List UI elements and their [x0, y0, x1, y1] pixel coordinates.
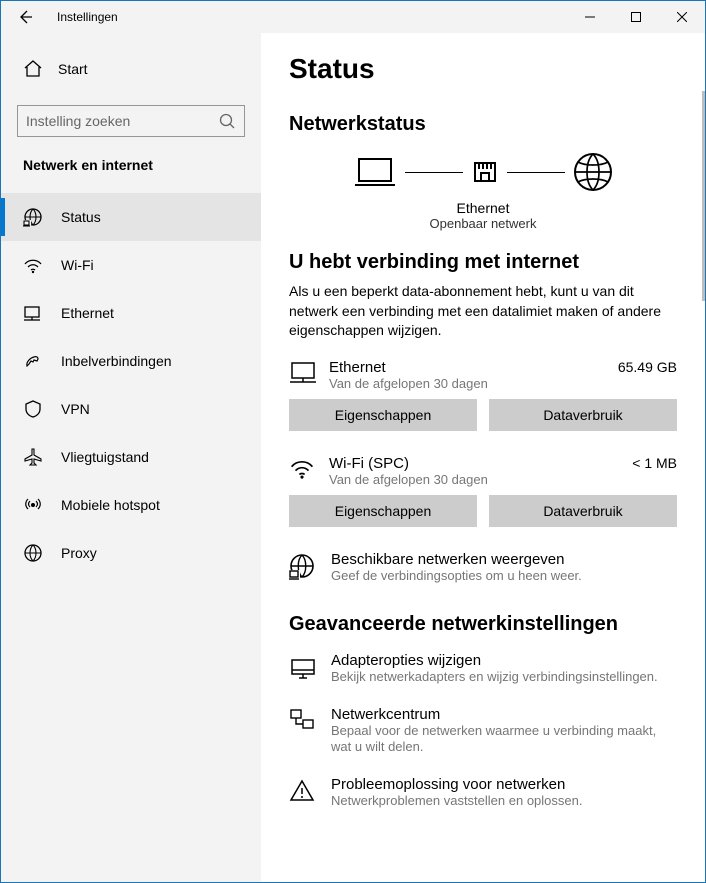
diagram-name: Ethernet	[289, 200, 677, 216]
sidebar-item-label: Proxy	[61, 545, 97, 561]
sidebar-item-label: VPN	[61, 401, 90, 417]
home-button[interactable]: Start	[1, 49, 261, 89]
vpn-icon	[23, 399, 43, 419]
maximize-button[interactable]	[613, 1, 659, 33]
laptop-icon	[353, 155, 397, 189]
properties-button[interactable]: Eigenschappen	[289, 495, 477, 527]
connected-heading: U hebt verbinding met internet	[289, 251, 677, 274]
link-sub: Bekijk netwerkadapters en wijzig verbind…	[331, 669, 677, 686]
sidebar-item-ethernet[interactable]: Ethernet	[1, 289, 261, 337]
sidebar: Start Netwerk en internet Status Wi-Fi E…	[1, 33, 261, 882]
globe-status-icon	[289, 551, 319, 581]
link-sub: Geef de verbindingsopties om u heen weer…	[331, 568, 677, 585]
dialup-icon	[23, 351, 43, 371]
page-title: Status	[289, 53, 677, 85]
connection-line	[507, 172, 565, 173]
sidebar-item-status[interactable]: Status	[1, 193, 261, 241]
network-usage: < 1 MB	[632, 455, 677, 471]
show-networks-link[interactable]: Beschikbare netwerken weergeven Geef de …	[289, 551, 677, 585]
network-name: Ethernet	[329, 359, 618, 376]
network-row-wifi: Wi-Fi (SPC) Van de afgelopen 30 dagen < …	[289, 455, 677, 487]
advanced-heading: Geavanceerde netwerkinstellingen	[289, 613, 677, 636]
network-row-ethernet: Ethernet Van de afgelopen 30 dagen 65.49…	[289, 359, 677, 391]
sidebar-item-label: Inbelverbindingen	[61, 353, 172, 369]
airplane-icon	[23, 447, 43, 467]
link-name: Netwerkcentrum	[331, 706, 677, 723]
wifi-icon	[23, 255, 43, 275]
wifi-icon	[289, 455, 319, 481]
sidebar-item-wifi[interactable]: Wi-Fi	[1, 241, 261, 289]
network-sub: Van de afgelopen 30 dagen	[329, 472, 632, 487]
ethernet-icon	[289, 359, 319, 387]
data-usage-button[interactable]: Dataverbruik	[489, 399, 677, 431]
adapter-options-link[interactable]: Adapteropties wijzigen Bekijk netwerkada…	[289, 652, 677, 686]
sidebar-item-proxy[interactable]: Proxy	[1, 529, 261, 577]
network-name: Wi-Fi (SPC)	[329, 455, 632, 472]
proxy-icon	[23, 543, 43, 563]
search-icon	[218, 112, 236, 130]
ethernet-icon	[23, 303, 43, 323]
network-diagram	[289, 152, 677, 192]
network-sub: Van de afgelopen 30 dagen	[329, 376, 618, 391]
warning-icon	[289, 776, 319, 802]
netstatus-heading: Netwerkstatus	[289, 113, 677, 136]
main-content: Status Netwerkstatus Ethernet Openbaar n…	[261, 33, 705, 882]
minimize-button[interactable]	[567, 1, 613, 33]
sidebar-item-label: Status	[61, 209, 101, 225]
diagram-type: Openbaar netwerk	[289, 216, 677, 231]
troubleshoot-link[interactable]: Probleemoplossing voor netwerken Netwerk…	[289, 776, 677, 810]
adapter-icon	[289, 652, 319, 680]
network-center-icon	[289, 706, 319, 732]
network-center-link[interactable]: Netwerkcentrum Bepaal voor de netwerken …	[289, 706, 677, 757]
hotspot-icon	[23, 495, 43, 515]
scrollbar[interactable]	[702, 91, 705, 301]
sidebar-item-airplane[interactable]: Vliegtuigstand	[1, 433, 261, 481]
ethernet-port-icon	[471, 159, 499, 185]
window-title: Instellingen	[49, 10, 567, 24]
globe-icon	[573, 152, 613, 192]
link-name: Beschikbare netwerken weergeven	[331, 551, 677, 568]
sidebar-item-label: Wi-Fi	[61, 257, 94, 273]
connected-desc: Als u een beperkt data-abonnement hebt, …	[289, 282, 677, 341]
link-name: Probleemoplossing voor netwerken	[331, 776, 677, 793]
sidebar-item-hotspot[interactable]: Mobiele hotspot	[1, 481, 261, 529]
sidebar-item-vpn[interactable]: VPN	[1, 385, 261, 433]
link-sub: Bepaal voor de netwerken waarmee u verbi…	[331, 723, 677, 757]
sidebar-item-dialup[interactable]: Inbelverbindingen	[1, 337, 261, 385]
close-button[interactable]	[659, 1, 705, 33]
home-icon	[23, 59, 43, 79]
sidebar-item-label: Vliegtuigstand	[61, 449, 149, 465]
properties-button[interactable]: Eigenschappen	[289, 399, 477, 431]
status-icon	[23, 207, 43, 227]
search-box[interactable]	[17, 105, 245, 137]
network-usage: 65.49 GB	[618, 359, 677, 375]
data-usage-button[interactable]: Dataverbruik	[489, 495, 677, 527]
link-sub: Netwerkproblemen vaststellen en oplossen…	[331, 793, 677, 810]
link-name: Adapteropties wijzigen	[331, 652, 677, 669]
category-heading: Netwerk en internet	[1, 157, 261, 193]
search-input[interactable]	[26, 113, 218, 129]
sidebar-item-label: Ethernet	[61, 305, 114, 321]
home-label: Start	[58, 61, 88, 77]
connection-line	[405, 172, 463, 173]
titlebar: Instellingen	[1, 1, 705, 33]
back-button[interactable]	[1, 1, 49, 33]
sidebar-item-label: Mobiele hotspot	[61, 497, 160, 513]
